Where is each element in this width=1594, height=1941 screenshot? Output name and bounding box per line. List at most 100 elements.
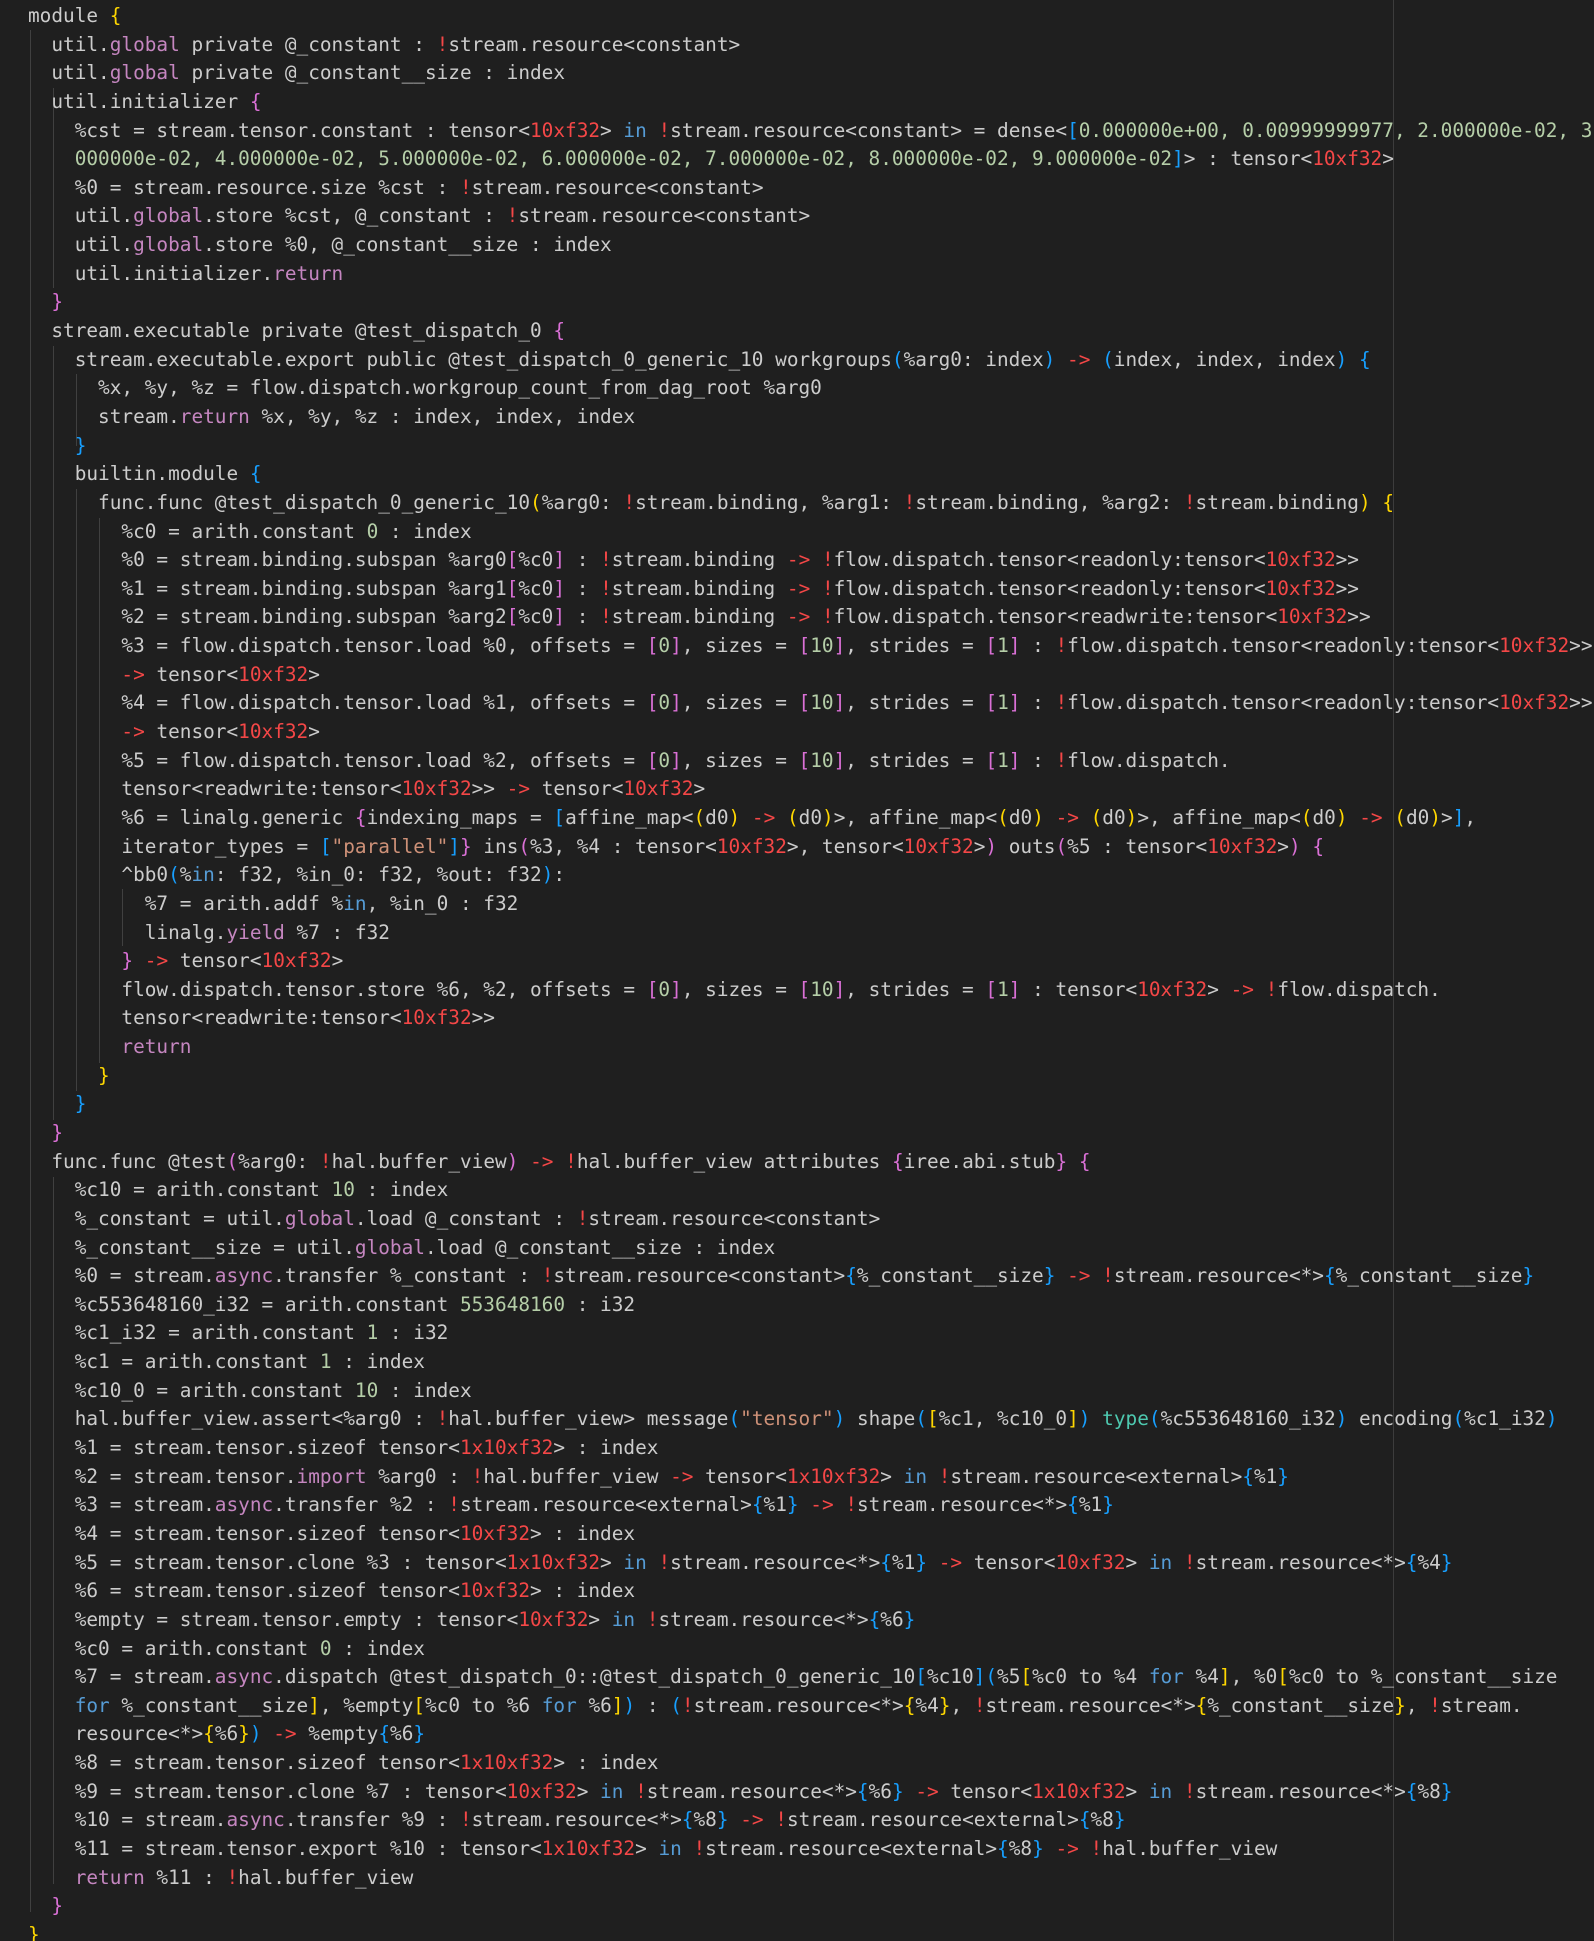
code-line[interactable]: %c1_i32 = arith.constant 1 : i32 xyxy=(28,1319,1594,1348)
code-line[interactable]: %7 = stream.async.dispatch @test_dispatc… xyxy=(28,1663,1594,1692)
code-line[interactable]: module { xyxy=(28,2,1594,31)
code-token: } xyxy=(1522,1264,1535,1288)
code-line[interactable]: %_constant = util.global.load @_constant… xyxy=(28,1205,1594,1234)
code-token: ( xyxy=(1394,805,1406,829)
code-token: %5 = flow.dispatch.tensor.load %2, offse… xyxy=(28,748,647,772)
code-line[interactable]: resource<*>{%6}) -> %empty{%6} xyxy=(28,1720,1594,1749)
code-line[interactable]: tensor<readwrite:tensor<10xf32>> -> tens… xyxy=(28,775,1594,804)
code-token: ] xyxy=(1218,1665,1231,1689)
code-area[interactable]: module { util.global private @_constant … xyxy=(28,2,1594,1941)
code-token: > xyxy=(635,1837,659,1860)
code-token: stream.resource<external> xyxy=(705,1837,998,1860)
code-token: ! xyxy=(1055,748,1068,772)
code-line[interactable]: %9 = stream.tensor.clone %7 : tensor<10x… xyxy=(28,1778,1594,1807)
code-line[interactable]: util.global.store %cst, @_constant : !st… xyxy=(28,202,1594,231)
code-token: %cst = stream.tensor.constant : tensor< xyxy=(28,118,530,142)
code-line[interactable]: %0 = stream.resource.size %cst : !stream… xyxy=(28,174,1594,203)
code-line[interactable]: %c10 = arith.constant 10 : index xyxy=(28,1176,1594,1205)
code-line[interactable]: %11 = stream.tensor.export %10 : tensor<… xyxy=(28,1835,1594,1864)
code-line[interactable]: %c0 = arith.constant 0 : index xyxy=(28,518,1594,547)
code-line[interactable]: return %11 : !hal.buffer_view xyxy=(28,1864,1594,1893)
code-line[interactable]: } -> tensor<10xf32> xyxy=(28,947,1594,976)
code-line[interactable]: func.func @test_dispatch_0_generic_10(%a… xyxy=(28,489,1594,518)
code-token: 10 xyxy=(810,748,834,772)
code-token: stream.resource<constant> xyxy=(518,204,811,228)
code-line[interactable]: iterator_types = ["parallel"]} ins(%3, %… xyxy=(28,833,1594,862)
code-line[interactable]: } xyxy=(28,1921,1594,1941)
code-line[interactable]: %cst = stream.tensor.constant : tensor<1… xyxy=(28,117,1594,146)
code-line[interactable]: %3 = stream.async.transfer %2 : !stream.… xyxy=(28,1491,1594,1520)
code-line[interactable]: %2 = stream.binding.subspan %arg2[%c0] :… xyxy=(28,603,1594,632)
code-line[interactable]: %x, %y, %z = flow.dispatch.workgroup_cou… xyxy=(28,374,1594,403)
code-line[interactable]: %1 = stream.tensor.sizeof tensor<1x10xf3… xyxy=(28,1434,1594,1463)
code-line[interactable]: } xyxy=(28,288,1594,317)
code-line[interactable]: %5 = stream.tensor.clone %3 : tensor<1x1… xyxy=(28,1549,1594,1578)
code-line[interactable]: util.initializer.return xyxy=(28,260,1594,289)
code-line[interactable]: } xyxy=(28,1119,1594,1148)
code-token: , strides = xyxy=(845,748,986,772)
code-line[interactable]: stream.executable private @test_dispatch… xyxy=(28,317,1594,346)
code-line[interactable]: linalg.yield %7 : f32 xyxy=(28,919,1594,948)
code-line[interactable]: %_constant__size = util.global.load @_co… xyxy=(28,1234,1594,1263)
code-line[interactable]: %c10_0 = arith.constant 10 : index xyxy=(28,1377,1594,1406)
code-token: ( xyxy=(670,1693,682,1717)
code-line[interactable]: %0 = stream.binding.subspan %arg0[%c0] :… xyxy=(28,546,1594,575)
code-line[interactable]: func.func @test(%arg0: !hal.buffer_view)… xyxy=(28,1148,1594,1177)
code-line[interactable]: util.initializer { xyxy=(28,88,1594,117)
code-line[interactable]: } xyxy=(28,432,1594,461)
code-line[interactable]: %1 = stream.binding.subspan %arg1[%c0] :… xyxy=(28,575,1594,604)
code-token: > xyxy=(1125,1550,1149,1574)
code-line[interactable]: } xyxy=(28,1062,1594,1091)
code-token: : xyxy=(635,1693,671,1717)
code-line[interactable]: %empty = stream.tensor.empty : tensor<10… xyxy=(28,1606,1594,1635)
code-line[interactable]: -> tensor<10xf32> xyxy=(28,661,1594,690)
code-line[interactable]: %7 = arith.addf %in, %in_0 : f32 xyxy=(28,890,1594,919)
code-token: 000000e-02, 4.000000e-02, 5.000000e-02, … xyxy=(28,147,1173,171)
code-line[interactable]: flow.dispatch.tensor.store %6, %2, offse… xyxy=(28,976,1594,1005)
code-line[interactable]: %6 = linalg.generic {indexing_maps = [af… xyxy=(28,804,1594,833)
code-line[interactable]: builtin.module { xyxy=(28,460,1594,489)
code-line[interactable]: -> tensor<10xf32> xyxy=(28,718,1594,747)
code-editor[interactable]: module { util.global private @_constant … xyxy=(0,0,1594,1941)
code-line[interactable]: } xyxy=(28,1090,1594,1119)
code-line[interactable]: util.global private @_constant__size : i… xyxy=(28,59,1594,88)
code-line[interactable]: %2 = stream.tensor.import %arg0 : !hal.b… xyxy=(28,1463,1594,1492)
code-line[interactable]: hal.buffer_view.assert<%arg0 : !hal.buff… xyxy=(28,1405,1594,1434)
code-line[interactable]: } xyxy=(28,1892,1594,1921)
code-line[interactable]: stream.executable.export public @test_di… xyxy=(28,346,1594,375)
code-token: 10 xyxy=(331,1178,355,1202)
code-token: ( xyxy=(226,1149,239,1173)
code-line[interactable]: %4 = flow.dispatch.tensor.load %1, offse… xyxy=(28,689,1594,718)
code-line[interactable]: %8 = stream.tensor.sizeof tensor<1x10xf3… xyxy=(28,1749,1594,1778)
code-line[interactable]: %0 = stream.async.transfer %_constant : … xyxy=(28,1262,1594,1291)
code-line[interactable]: %4 = stream.tensor.sizeof tensor<10xf32>… xyxy=(28,1520,1594,1549)
code-line[interactable]: util.global.store %0, @_constant__size :… xyxy=(28,231,1594,260)
code-token: [ xyxy=(798,748,811,772)
code-line[interactable]: %10 = stream.async.transfer %9 : !stream… xyxy=(28,1806,1594,1835)
code-token: [ xyxy=(413,1693,425,1717)
code-line[interactable]: %c0 = arith.constant 0 : index xyxy=(28,1635,1594,1664)
code-line[interactable]: %5 = flow.dispatch.tensor.load %2, offse… xyxy=(28,747,1594,776)
code-line[interactable]: %6 = stream.tensor.sizeof tensor<10xf32>… xyxy=(28,1577,1594,1606)
code-line[interactable]: return xyxy=(28,1033,1594,1062)
code-line[interactable]: stream.return %x, %y, %z : index, index,… xyxy=(28,403,1594,432)
code-token: > : index xyxy=(530,1579,636,1603)
code-line[interactable]: %3 = flow.dispatch.tensor.load %0, offse… xyxy=(28,632,1594,661)
code-line[interactable]: %c1 = arith.constant 1 : index xyxy=(28,1348,1594,1377)
code-token: } xyxy=(716,1808,729,1832)
code-token: 10xf32 xyxy=(401,1006,472,1030)
code-line[interactable]: %c553648160_i32 = arith.constant 5536481… xyxy=(28,1291,1594,1320)
code-line[interactable]: 000000e-02, 4.000000e-02, 5.000000e-02, … xyxy=(28,145,1594,174)
code-token: stream.resource<constant> = dense< xyxy=(670,118,1068,142)
code-token: %_constant = util. xyxy=(28,1206,285,1230)
code-line[interactable]: util.global private @_constant : !stream… xyxy=(28,31,1594,60)
code-token: { xyxy=(1382,490,1395,514)
code-line[interactable]: tensor<readwrite:tensor<10xf32>> xyxy=(28,1004,1594,1033)
code-line[interactable]: for %_constant__size], %empty[%c0 to %6 … xyxy=(28,1692,1594,1721)
code-token: async xyxy=(214,1264,274,1288)
code-line[interactable]: ^bb0(%in: f32, %in_0: f32, %out: f32): xyxy=(28,861,1594,890)
